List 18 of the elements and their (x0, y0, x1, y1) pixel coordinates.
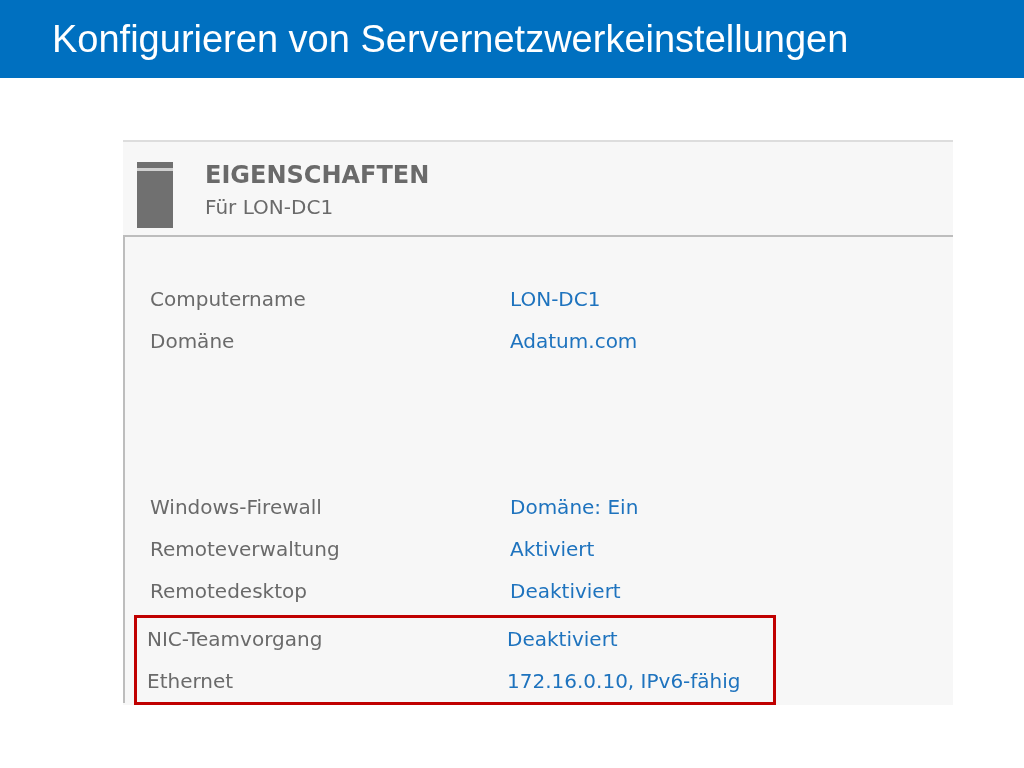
property-value[interactable]: Adatum.com (510, 326, 638, 356)
panel-subtitle: Für LON-DC1 (205, 194, 335, 221)
property-label: Remotedesktop (150, 578, 308, 605)
property-value[interactable]: LON-DC1 (510, 284, 601, 314)
property-value[interactable]: 172.16.0.10, IPv6-fähig (507, 666, 741, 696)
property-value[interactable]: Aktiviert (510, 534, 595, 564)
property-label: Remoteverwaltung (150, 536, 341, 563)
property-value[interactable]: Domäne: Ein (510, 492, 639, 522)
panel-title: EIGENSCHAFTEN (205, 160, 430, 191)
property-value[interactable]: Deaktiviert (510, 576, 621, 606)
property-label: Domäne (150, 328, 236, 355)
server-icon (137, 162, 173, 228)
property-label: NIC-Teamvorgang (147, 626, 324, 653)
property-label: Windows-Firewall (150, 494, 323, 521)
property-label: Ethernet (147, 668, 235, 695)
slide-title: Konfigurieren von Servernetzwerkeinstellungen (52, 20, 849, 58)
property-value[interactable]: Deaktiviert (507, 624, 618, 654)
property-label: Computername (150, 286, 307, 313)
